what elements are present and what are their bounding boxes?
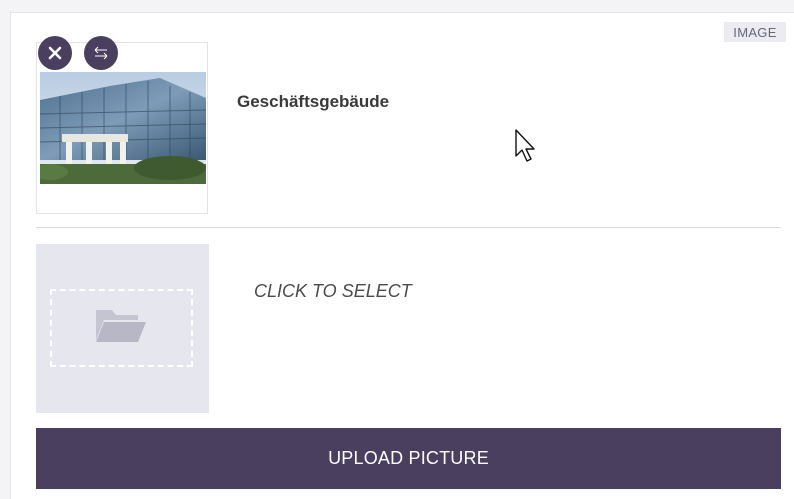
item-title: Geschäftsgebäude bbox=[237, 92, 390, 111]
field-type-badge: IMAGE bbox=[724, 22, 786, 42]
building-photo bbox=[40, 72, 206, 184]
close-icon bbox=[48, 46, 62, 60]
upload-picture-button[interactable]: UPLOAD PICTURE bbox=[36, 428, 781, 489]
file-drop-zone[interactable] bbox=[36, 244, 209, 413]
folder-icon bbox=[96, 310, 146, 342]
swap-arrows-icon bbox=[94, 46, 108, 60]
divider bbox=[36, 227, 781, 228]
remove-button[interactable] bbox=[38, 36, 72, 70]
mouse-pointer-icon bbox=[515, 129, 535, 162]
click-to-select-link[interactable]: CLICK TO SELECT bbox=[254, 281, 412, 302]
swap-button[interactable] bbox=[84, 36, 118, 70]
